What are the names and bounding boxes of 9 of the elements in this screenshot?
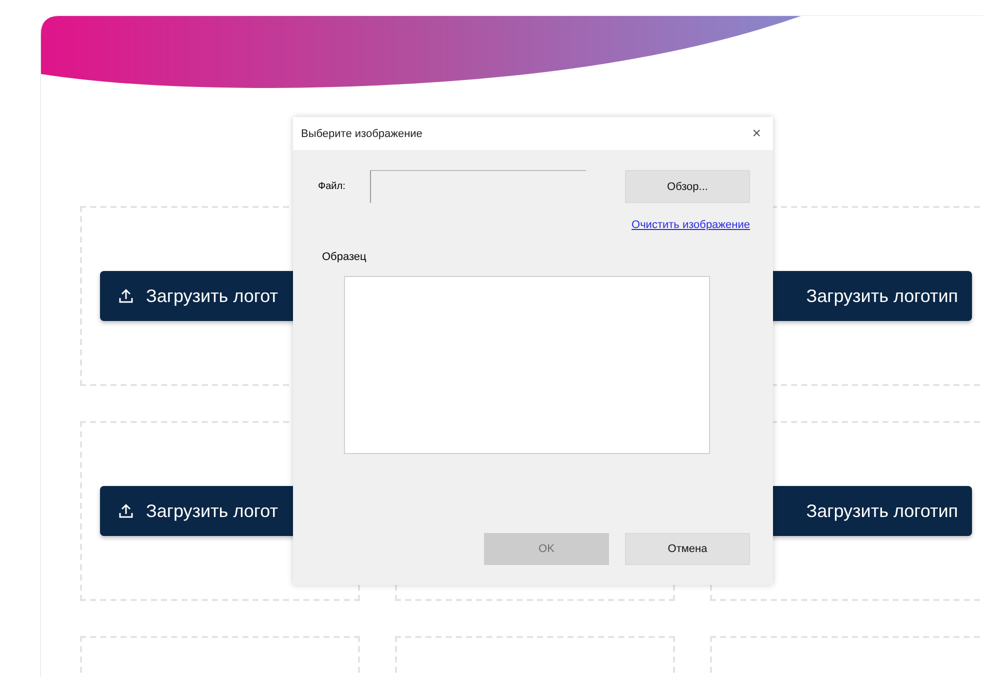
dialog-title: Выберите изображение <box>301 128 422 140</box>
clear-image-link[interactable]: Очистить изображение <box>632 219 750 231</box>
upload-icon <box>118 503 134 519</box>
dialog-button[interactable]: Отмена <box>625 533 750 565</box>
upload-icon <box>118 288 134 304</box>
browse-button[interactable]: Обзор... <box>625 170 750 203</box>
file-label: Файл: <box>318 181 346 192</box>
file-path-field[interactable] <box>370 170 586 203</box>
close-button[interactable]: × <box>752 125 761 142</box>
